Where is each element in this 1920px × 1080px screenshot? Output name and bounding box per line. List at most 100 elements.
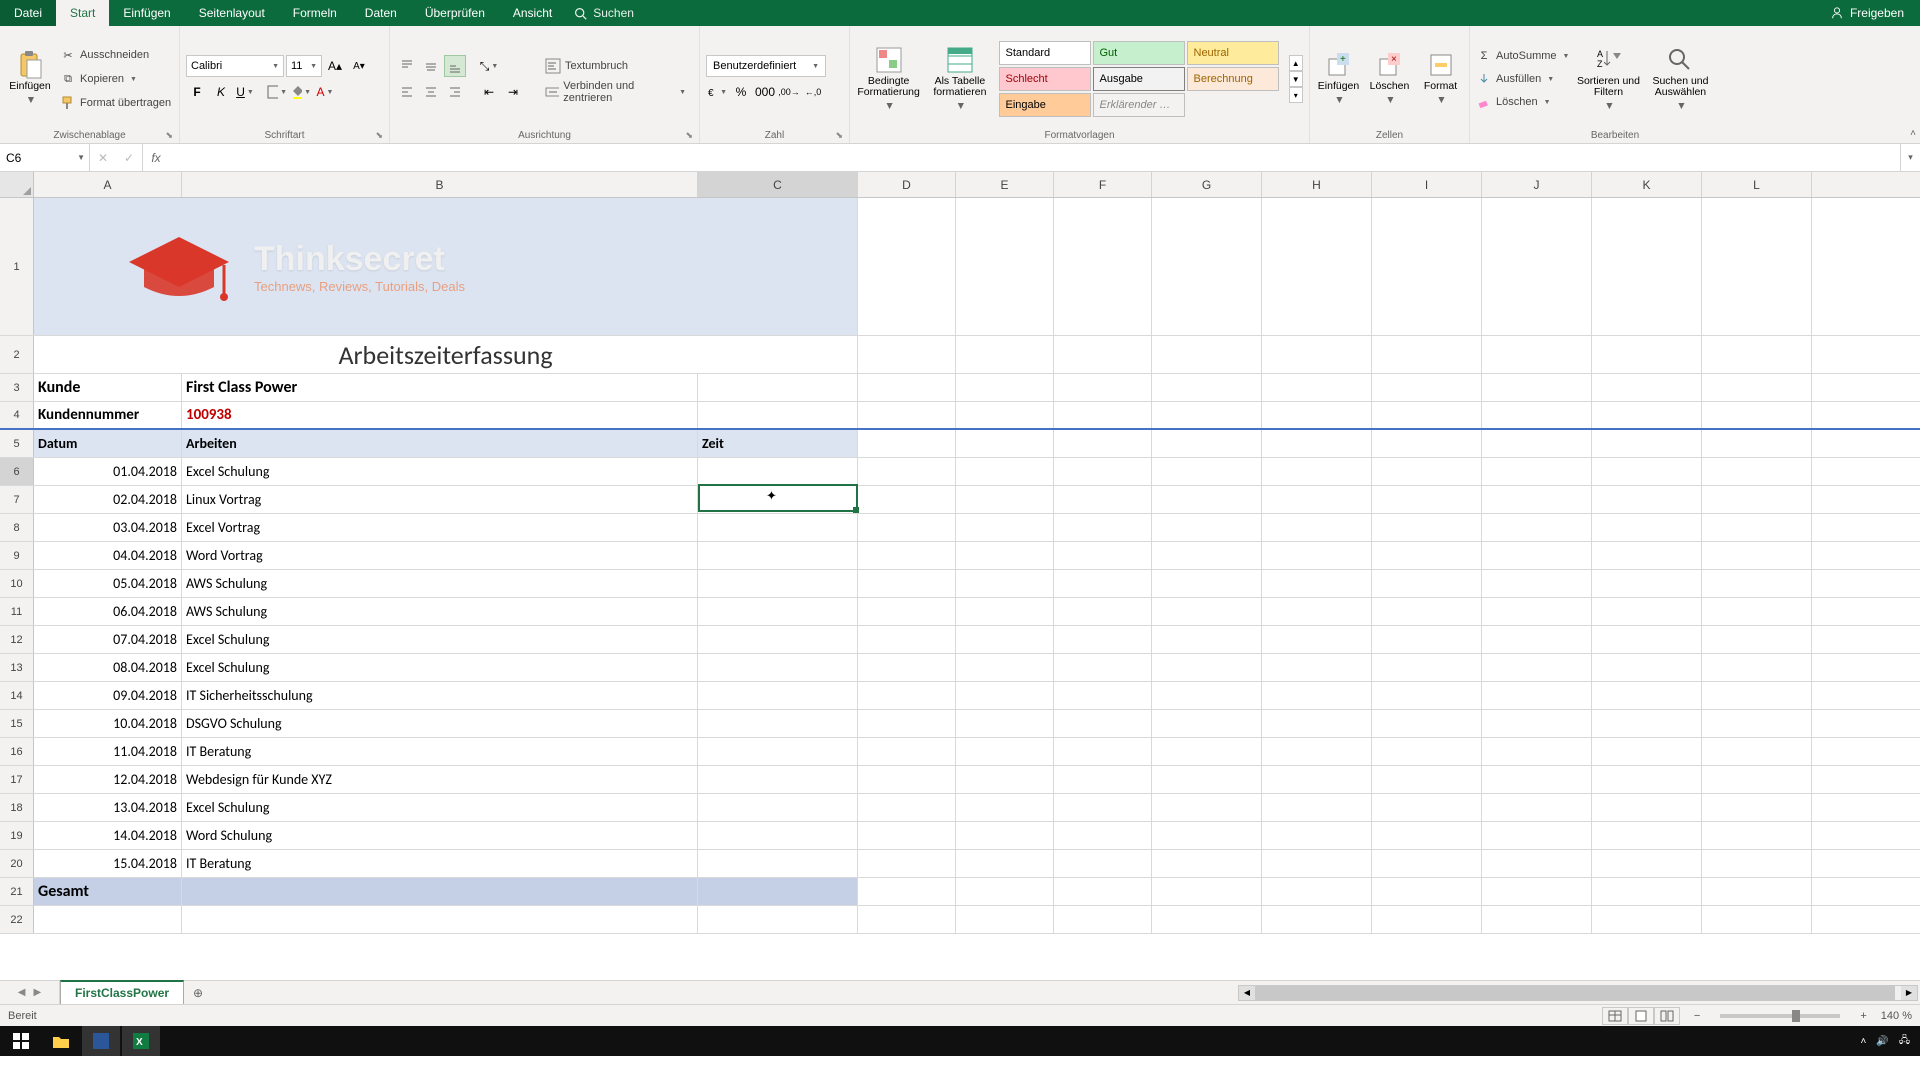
cut-button[interactable]: ✂Ausschneiden	[60, 44, 171, 66]
row-header-2[interactable]: 2	[0, 336, 34, 373]
cell-zeit[interactable]	[698, 794, 858, 821]
cell-datum[interactable]: 09.04.2018	[34, 682, 182, 709]
view-pagebreak-button[interactable]	[1654, 1007, 1680, 1025]
align-bottom-button[interactable]	[444, 55, 466, 77]
kunde-value[interactable]: First Class Power	[182, 374, 698, 401]
cell-zeit[interactable]	[698, 682, 858, 709]
delete-cells-button[interactable]: ×Löschen▼	[1367, 44, 1412, 114]
autosum-button[interactable]: ΣAutoSumme▼	[1476, 45, 1569, 67]
decrease-font-button[interactable]: A▾	[348, 55, 370, 77]
cell-zeit[interactable]	[698, 570, 858, 597]
col-header-J[interactable]: J	[1482, 172, 1592, 197]
title-cell[interactable]: Arbeitszeiterfassung	[34, 336, 858, 373]
cell-datum[interactable]: 12.04.2018	[34, 766, 182, 793]
find-select-button[interactable]: Suchen und Auswählen▼	[1647, 44, 1713, 114]
sheet-nav-next[interactable]: ▶	[34, 987, 42, 998]
tab-start[interactable]: Start	[56, 0, 109, 26]
style-neutral[interactable]: Neutral	[1187, 41, 1279, 65]
format-painter-button[interactable]: Format übertragen	[60, 92, 171, 114]
copy-button[interactable]: ⧉Kopieren▼	[60, 68, 171, 90]
font-color-button[interactable]: A▼	[314, 81, 336, 103]
cell-arbeiten[interactable]: IT Beratung	[182, 850, 698, 877]
tab-file[interactable]: Datei	[0, 0, 56, 26]
cell-zeit[interactable]	[698, 626, 858, 653]
cell-arbeiten[interactable]: DSGVO Schulung	[182, 710, 698, 737]
cell-datum[interactable]: 04.04.2018	[34, 542, 182, 569]
cell-arbeiten[interactable]: Excel Schulung	[182, 794, 698, 821]
sort-filter-button[interactable]: AZSortieren und Filtern▼	[1575, 44, 1641, 114]
taskbar-excel[interactable]: X	[122, 1026, 160, 1056]
row-header-20[interactable]: 20	[0, 850, 34, 877]
increase-font-button[interactable]: A▴	[324, 55, 346, 77]
increase-indent-button[interactable]: ⇥	[502, 81, 524, 103]
tray-network-icon[interactable]: 🖧	[1899, 1033, 1910, 1050]
col-header-I[interactable]: I	[1372, 172, 1482, 197]
taskbar-app[interactable]	[82, 1026, 120, 1056]
add-sheet-button[interactable]: ⊕	[184, 981, 212, 1004]
clipboard-dialog-launcher[interactable]: ⬊	[165, 130, 173, 141]
kdnr-label[interactable]: Kundennummer	[34, 402, 182, 428]
name-box[interactable]: C6▼	[0, 144, 90, 171]
merge-center-button[interactable]: Verbinden und zentrieren▼	[538, 81, 693, 103]
cell-arbeiten[interactable]: Word Vortrag	[182, 542, 698, 569]
cell-arbeiten[interactable]: Word Schulung	[182, 822, 698, 849]
align-center-button[interactable]	[420, 81, 442, 103]
cell-datum[interactable]: 14.04.2018	[34, 822, 182, 849]
view-normal-button[interactable]	[1602, 1007, 1628, 1025]
cell-datum[interactable]: 10.04.2018	[34, 710, 182, 737]
format-as-table-button[interactable]: Als Tabelle formatieren▼	[927, 44, 992, 114]
cell-zeit[interactable]	[698, 850, 858, 877]
fill-button[interactable]: Ausfüllen▼	[1476, 68, 1569, 90]
cell-datum[interactable]: 13.04.2018	[34, 794, 182, 821]
borders-button[interactable]: ▼	[266, 81, 288, 103]
cell-zeit[interactable]	[698, 766, 858, 793]
row-header-18[interactable]: 18	[0, 794, 34, 821]
styles-scroll-down[interactable]: ▼	[1289, 71, 1304, 87]
align-dialog-launcher[interactable]: ⬊	[685, 130, 693, 141]
insert-cells-button[interactable]: +Einfügen▼	[1316, 44, 1361, 114]
orientation-button[interactable]: ⤡▼	[478, 55, 500, 77]
cell-datum[interactable]: 15.04.2018	[34, 850, 182, 877]
clear-button[interactable]: Löschen▼	[1476, 91, 1569, 113]
fill-color-button[interactable]: ▼	[290, 81, 312, 103]
style-calc[interactable]: Berechnung	[1187, 67, 1279, 91]
col-header-E[interactable]: E	[956, 172, 1054, 197]
row-header-19[interactable]: 19	[0, 822, 34, 849]
zoom-out-button[interactable]: −	[1694, 1010, 1700, 1022]
row-header-15[interactable]: 15	[0, 710, 34, 737]
kunde-label[interactable]: Kunde	[34, 374, 182, 401]
styles-more[interactable]: ▾	[1289, 87, 1304, 103]
kdnr-value[interactable]: 100938	[182, 402, 698, 428]
cell-arbeiten[interactable]: Excel Schulung	[182, 654, 698, 681]
cell-datum[interactable]: 02.04.2018	[34, 486, 182, 513]
row-header-16[interactable]: 16	[0, 738, 34, 765]
conditional-formatting-button[interactable]: Bedingte Formatierung▼	[856, 44, 921, 114]
row-header-12[interactable]: 12	[0, 626, 34, 653]
cell-arbeiten[interactable]: IT Sicherheitsschulung	[182, 682, 698, 709]
col-header-F[interactable]: F	[1054, 172, 1152, 197]
sheet-nav-prev[interactable]: ◀	[18, 987, 26, 998]
cell-datum[interactable]: 03.04.2018	[34, 514, 182, 541]
cell-datum[interactable]: 01.04.2018	[34, 458, 182, 485]
underline-button[interactable]: U▼	[234, 81, 256, 103]
paste-button[interactable]: Einfügen▼	[6, 44, 54, 114]
style-output[interactable]: Ausgabe	[1093, 67, 1185, 91]
col-header-D[interactable]: D	[858, 172, 956, 197]
font-dialog-launcher[interactable]: ⬊	[375, 130, 383, 141]
cell-zeit[interactable]	[698, 458, 858, 485]
col-datum-header[interactable]: Datum	[34, 430, 182, 457]
cell-datum[interactable]: 05.04.2018	[34, 570, 182, 597]
cancel-formula-button[interactable]: ✕	[90, 151, 116, 165]
tab-data[interactable]: Daten	[351, 0, 411, 26]
format-cells-button[interactable]: Format▼	[1418, 44, 1463, 114]
cell-zeit[interactable]	[698, 514, 858, 541]
start-button[interactable]	[2, 1026, 40, 1056]
font-name-select[interactable]: Calibri▼	[186, 55, 284, 77]
row-header-14[interactable]: 14	[0, 682, 34, 709]
row-header-17[interactable]: 17	[0, 766, 34, 793]
zoom-slider[interactable]	[1720, 1014, 1840, 1018]
cell-arbeiten[interactable]: IT Beratung	[182, 738, 698, 765]
style-input[interactable]: Eingabe	[999, 93, 1091, 117]
taskbar-explorer[interactable]	[42, 1026, 80, 1056]
collapse-ribbon-button[interactable]: ˄	[1910, 128, 1916, 139]
